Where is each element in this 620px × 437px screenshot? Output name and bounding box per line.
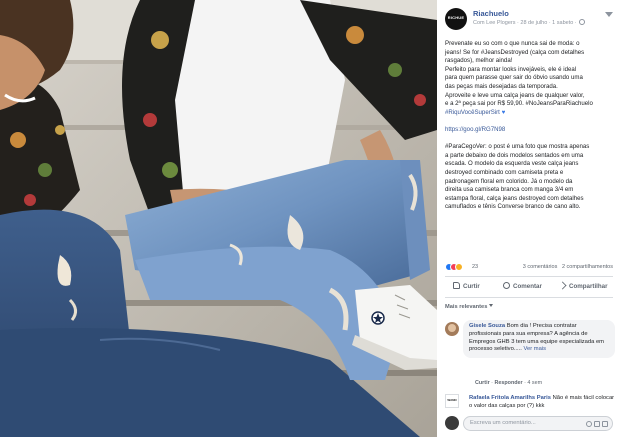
- emoji-icon[interactable]: [586, 421, 592, 427]
- description-line: padronagem floral em colorido. Já o mode…: [445, 177, 573, 185]
- description-line: destroyed combinado com camiseta preta e: [445, 168, 564, 176]
- gif-icon[interactable]: [602, 421, 608, 427]
- comments-shares-count: 3 comentários 2 compartilhamentos: [523, 264, 613, 270]
- post-meta: Com Lee Plogers · 28 de julho · 1 sabeto…: [473, 19, 586, 26]
- caption-line: Prevenate eu so com o que nunca sai de m…: [445, 40, 580, 47]
- post-photo[interactable]: [0, 0, 437, 437]
- post-sidebar: RICHUE Riachuelo Com Lee Plogers · 28 de…: [437, 0, 620, 437]
- divider: [445, 276, 613, 277]
- caption-line: Perfeito para montar looks invejáveis, e…: [445, 65, 577, 73]
- post-link[interactable]: https://goo.gl/RG7N98: [445, 126, 613, 135]
- shares-count[interactable]: 2 compartilhamentos: [562, 264, 613, 270]
- comment-actions: Curtir · Responder · 4 sem: [475, 380, 543, 386]
- post-header: RICHUE Riachuelo Com Lee Plogers · 28 de…: [445, 8, 616, 30]
- comment-input-icons: [584, 421, 608, 428]
- post-actions: Curtir Comentar Compartilhar: [445, 279, 613, 295]
- caption-line: jeans! Se for #JeansDestroyed (calça com…: [445, 48, 585, 56]
- comment-like-link[interactable]: Curtir: [475, 380, 490, 386]
- blue-heart-icon: ♥: [501, 108, 506, 116]
- camera-icon[interactable]: [594, 421, 600, 427]
- like-label: Curtir: [463, 283, 480, 290]
- page-avatar[interactable]: RICHUE: [445, 8, 467, 30]
- description-line: camuflados e tênis Converse branco de ca…: [445, 203, 581, 211]
- chevron-down-icon[interactable]: [604, 10, 614, 20]
- like-button[interactable]: Curtir: [453, 279, 480, 295]
- reaction-count[interactable]: 23: [472, 264, 478, 270]
- post-caption: Prevenate eu so com o que nunca sai de m…: [445, 40, 613, 212]
- wow-reaction-icon: [455, 263, 463, 271]
- comment-icon: [503, 282, 510, 289]
- comment-time: · 4 sem: [524, 380, 543, 386]
- globe-icon: [579, 19, 586, 25]
- caption-line: rasgados), melhor ainda!: [445, 57, 513, 65]
- reaction-icons[interactable]: [445, 263, 463, 272]
- description-line: estampa floral, calça jeans destroyed co…: [445, 194, 584, 202]
- commenter-avatar[interactable]: WANN: [445, 394, 459, 408]
- description-line: #ParaCegoVer: o post é uma foto que most…: [445, 143, 590, 151]
- description-line: escada. O modelo da esquerda veste calça…: [445, 160, 579, 168]
- comment-button[interactable]: Comentar: [503, 279, 542, 295]
- caption-hashtag-line: #RiquVocêSuperSirt ♥: [445, 109, 613, 118]
- photo-illustration: [0, 0, 437, 437]
- commenter-avatar[interactable]: [445, 322, 459, 336]
- comment-filter-dropdown[interactable]: Mais relevantes: [445, 304, 493, 310]
- comment-label: Comentar: [513, 283, 542, 290]
- comments-count[interactable]: 3 comentários: [523, 264, 558, 270]
- comment-input-placeholder: Escreva um comentário...: [470, 420, 536, 426]
- description-line: a parte debaixo de dois modelos sentados…: [445, 151, 584, 159]
- comment-content: Rafaela Fritola Amarilhs Paris Não é mai…: [469, 395, 615, 411]
- comment-author[interactable]: Rafaela Fritola Amarilhs Paris: [469, 395, 551, 401]
- caption-line: Aproveite e leve uma calça jeans de qual…: [445, 91, 585, 99]
- post-meta-text: Com Lee Plogers · 28 de julho · 1 sabeto…: [473, 20, 579, 26]
- current-user-avatar: [445, 416, 459, 430]
- caption-line: e a 2ª peça sai por R$ 59,90. #NoJeansPa…: [445, 100, 593, 108]
- description-line: direita usa camiseta branca com manga 3/…: [445, 186, 574, 194]
- comment-author[interactable]: Gisele Souza: [469, 323, 505, 329]
- reactions-bar: 23 3 comentários 2 compartilhamentos: [445, 263, 613, 273]
- commenter-avatar-logo: WANN: [447, 398, 457, 402]
- page-name-link[interactable]: Riachuelo: [473, 9, 509, 18]
- divider: [445, 297, 613, 298]
- see-more-link[interactable]: Ver mais: [523, 346, 546, 352]
- share-label: Compartilhar: [569, 283, 608, 290]
- caption-line: das peças mais desejadas da temporada.: [445, 82, 558, 90]
- share-icon: [558, 281, 567, 290]
- comment-bubble: Gisele Souza Bom dia ! Precisa contratar…: [463, 320, 615, 359]
- caption-line: para quem parasse quer sair do óbvio usa…: [445, 74, 583, 82]
- thumbs-up-icon: [453, 282, 460, 289]
- write-comment: Escreva um comentário...: [445, 416, 615, 432]
- share-button[interactable]: Compartilhar: [558, 279, 608, 295]
- comment-reply-link[interactable]: Responder: [494, 380, 522, 386]
- page-avatar-logo: RICHUE: [447, 15, 465, 20]
- comment-input[interactable]: Escreva um comentário...: [463, 416, 613, 431]
- hashtag-link[interactable]: #RiquVocêSuperSirt: [445, 109, 500, 116]
